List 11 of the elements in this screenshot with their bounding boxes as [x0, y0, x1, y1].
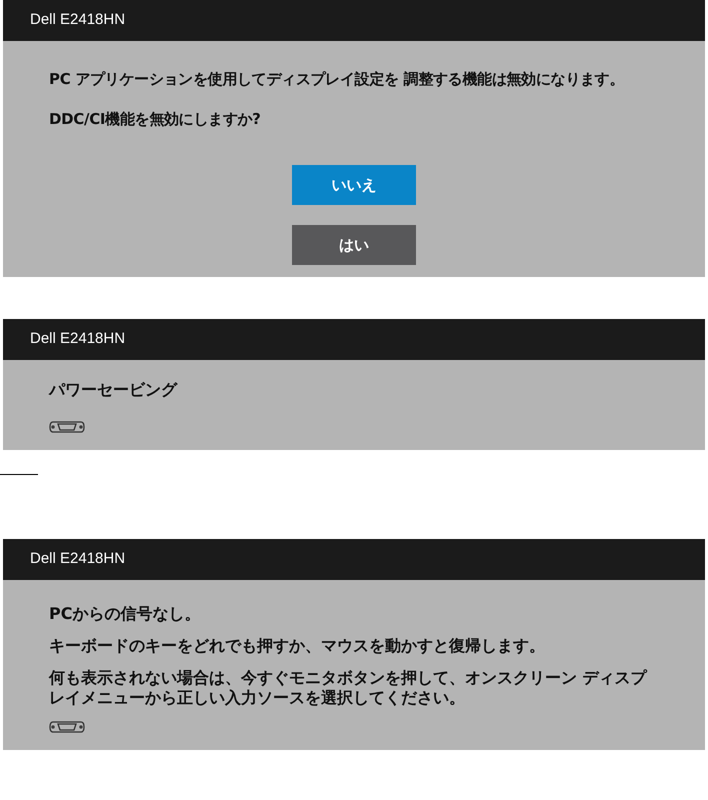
message-text: パワーセービング — [49, 380, 178, 400]
message-text: PC アプリケーションを使用してディスプレイ設定を 調整する機能は無効になります。 — [49, 69, 626, 89]
dialog-button[interactable]: はい — [292, 225, 416, 265]
window-title: Dell E2418HN — [30, 10, 126, 30]
message-text: 何も表示されない場合は、今すぐモニタボタンを押して、オンスクリーン ディスプレイメニューから正しい入力ソースを選択してください。 — [49, 668, 648, 708]
window-title: Dell E2418HN — [30, 329, 126, 350]
dialog-button[interactable]: いいえ — [292, 165, 416, 205]
window-title: Dell E2418HN — [30, 549, 126, 570]
message-text: DDC/CI機能を無効にしますか? — [49, 109, 262, 129]
message-text: PCからの信号なし。 — [49, 604, 202, 624]
message-text: キーボードのキーをどれでも押すか、マウスを動かすと復帰します。 — [49, 636, 546, 656]
